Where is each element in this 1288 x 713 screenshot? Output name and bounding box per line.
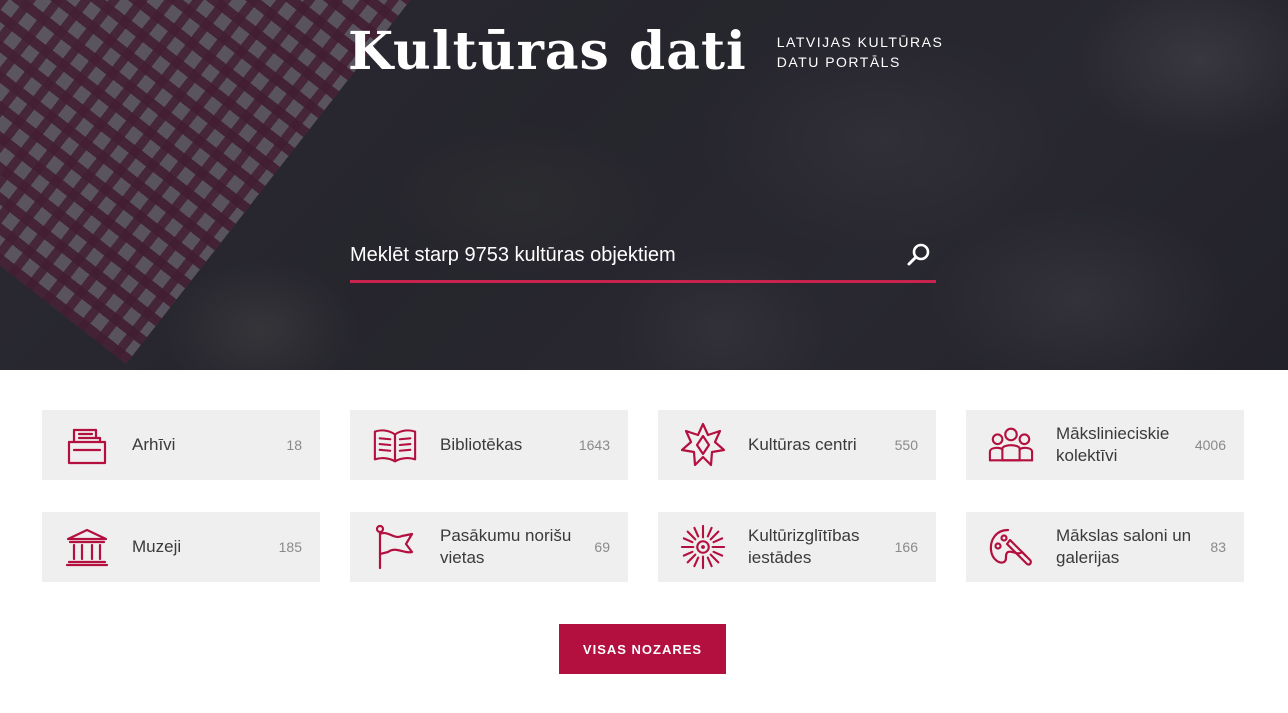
site-title: Kultūras dati (348, 21, 747, 82)
category-card-libraries[interactable]: Bibliotēkas 1643 (350, 410, 628, 480)
site-brand[interactable]: Kultūras dati LATVIJAS KULTŪRAS DATU POR… (348, 26, 943, 78)
search-bar (350, 230, 936, 283)
sun-ornament-icon (680, 524, 726, 570)
category-count: 166 (894, 539, 918, 555)
category-count: 185 (278, 539, 302, 555)
category-card-museums[interactable]: Muzeji 185 (42, 512, 320, 582)
category-grid: Arhīvi 18 Bibliotēkas 1643 Kultūras cent… (42, 410, 1244, 582)
category-card-event-venues[interactable]: Pasākumu norišu vietas 69 (350, 512, 628, 582)
category-count: 550 (894, 437, 918, 453)
category-label: Bibliotēkas (440, 435, 523, 454)
category-label: Arhīvi (132, 435, 176, 454)
museum-icon (64, 524, 110, 570)
book-icon (372, 422, 418, 468)
site-subtitle-line2: DATU PORTĀLS (776, 54, 901, 70)
archive-icon (64, 422, 110, 468)
site-subtitle-line1: LATVIJAS KULTŪRAS (776, 34, 944, 50)
category-count: 69 (594, 539, 610, 555)
category-count: 4006 (1194, 437, 1226, 453)
category-card-culture-education[interactable]: Kultūrizglītības iestādes 166 (658, 512, 936, 582)
category-label: Mākslas saloni un galerijas (1056, 526, 1192, 567)
category-card-art-collectives[interactable]: Mākslinieciskie kolektīvi 4006 (966, 410, 1244, 480)
search-icon[interactable] (902, 238, 936, 272)
people-group-icon (988, 422, 1034, 468)
category-count: 83 (1210, 539, 1226, 555)
category-card-culture-centers[interactable]: Kultūras centri 550 (658, 410, 936, 480)
all-sectors-button[interactable]: VISAS NOZARES (559, 624, 726, 674)
category-card-archives[interactable]: Arhīvi 18 (42, 410, 320, 480)
category-label: Kultūrizglītības iestādes (748, 526, 860, 567)
category-card-galleries[interactable]: Mākslas saloni un galerijas 83 (966, 512, 1244, 582)
category-label: Muzeji (132, 537, 182, 556)
star-ornament-icon (680, 422, 726, 468)
hero-banner: Kultūras dati LATVIJAS KULTŪRAS DATU POR… (0, 0, 1288, 370)
site-subtitle: LATVIJAS KULTŪRAS DATU PORTĀLS (777, 32, 944, 72)
category-label: Kultūras centri (748, 435, 857, 454)
palette-icon (988, 524, 1034, 570)
category-label: Pasākumu norišu vietas (440, 526, 572, 567)
search-input[interactable] (350, 233, 902, 277)
category-count: 18 (286, 437, 302, 453)
category-count: 1643 (578, 437, 610, 453)
flag-icon (372, 524, 418, 570)
category-label: Mākslinieciskie kolektīvi (1056, 424, 1170, 465)
